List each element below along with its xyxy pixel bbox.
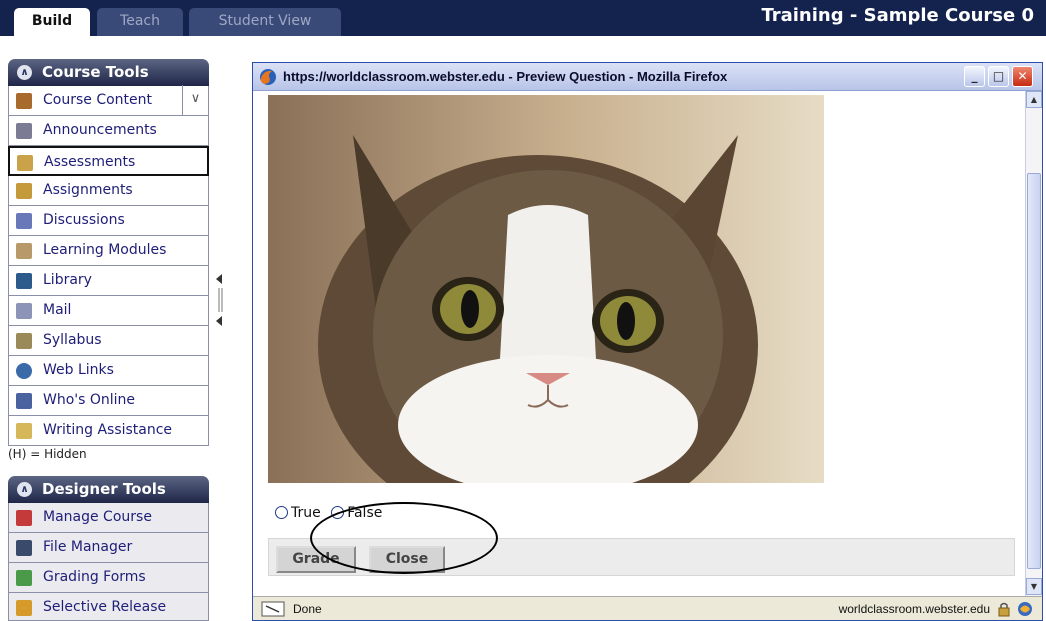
monitor-icon: [16, 393, 32, 409]
content-edge: [233, 62, 252, 621]
tab-content-strip: [0, 36, 1046, 56]
sidebar-item-assessments[interactable]: Assessments: [8, 146, 209, 176]
sidebar-item-label: Announcements: [43, 122, 157, 138]
course-tools-title: Course Tools: [42, 63, 149, 81]
sidebar-item-discussions[interactable]: Discussions: [8, 206, 209, 236]
sidebar-item-selective-release[interactable]: Selective Release: [8, 593, 209, 621]
sidebar-item-announcements[interactable]: Announcements: [8, 116, 209, 146]
envelope-icon: [16, 303, 32, 319]
house-icon: [16, 93, 32, 109]
window-title: https://worldclassroom.webster.edu - Pre…: [283, 69, 728, 84]
sidebar-item-label: Course Content: [43, 92, 153, 108]
sidebar-item-label: Writing Assistance: [43, 422, 173, 438]
answer-options: True False: [275, 505, 382, 521]
sidebar-item-mail[interactable]: Mail: [8, 296, 209, 326]
sidebar-item-file-manager[interactable]: File Manager: [8, 533, 209, 563]
grade-button[interactable]: Grade: [276, 546, 356, 573]
chevron-down-icon[interactable]: ∨: [182, 85, 208, 115]
sidebar-item-label: Learning Modules: [43, 242, 167, 258]
sidebar-item-label: Discussions: [43, 212, 125, 228]
status-url: worldclassroom.webster.edu: [838, 602, 990, 616]
toolbox-icon: [16, 510, 32, 526]
vertical-scrollbar[interactable]: ▲ ▼: [1025, 91, 1042, 596]
sidebar: ∧ Course Tools Course Content ∨ Announce…: [8, 59, 209, 621]
sidebar-item-label: Manage Course: [43, 509, 152, 525]
sidebar-item-assignments[interactable]: Assignments: [8, 176, 209, 206]
sidebar-item-label: Who's Online: [43, 392, 136, 408]
button-bar: Grade Close: [268, 538, 1015, 576]
megaphone-icon: [16, 123, 32, 139]
collapse-chevron-icon: ∧: [17, 65, 32, 80]
scroll-thumb[interactable]: [1027, 173, 1041, 569]
designer-tools-title: Designer Tools: [42, 480, 166, 498]
sidebar-item-label: Syllabus: [43, 332, 102, 348]
window-titlebar[interactable]: https://worldclassroom.webster.edu - Pre…: [253, 63, 1042, 91]
writing-icon: [16, 423, 32, 439]
status-text: Done: [293, 602, 322, 616]
grid-icon: [16, 570, 32, 586]
course-title: Training - Sample Course 0: [761, 5, 1034, 26]
sidebar-item-manage-course[interactable]: Manage Course: [8, 503, 209, 533]
sidebar-item-label: Web Links: [43, 362, 114, 378]
true-radio[interactable]: [275, 506, 288, 519]
question-image: [268, 95, 824, 483]
cat-picture: [318, 135, 758, 483]
cabinet-icon: [16, 540, 32, 556]
minimize-button[interactable]: _: [964, 66, 985, 87]
designer-tools-header[interactable]: ∧ Designer Tools: [8, 476, 209, 503]
sidebar-item-writing-assistance[interactable]: Writing Assistance: [8, 416, 209, 446]
scroll-up-icon[interactable]: ▲: [1026, 91, 1042, 108]
globe-icon: [16, 363, 32, 379]
sidebar-item-whos-online[interactable]: Who's Online: [8, 386, 209, 416]
tab-build[interactable]: Build: [14, 8, 90, 36]
sidebar-splitter[interactable]: [210, 270, 230, 330]
sidebar-item-label: Library: [43, 272, 92, 288]
syllabus-icon: [16, 333, 32, 349]
sidebar-item-label: Grading Forms: [43, 569, 146, 585]
security-badge-icon: [1018, 602, 1032, 616]
sidebar-item-label: Mail: [43, 302, 72, 318]
hidden-legend: (H) = Hidden: [8, 447, 87, 461]
close-button[interactable]: Close: [369, 546, 445, 573]
preview-question-window: https://worldclassroom.webster.edu - Pre…: [252, 62, 1043, 621]
tab-student-view[interactable]: Student View: [189, 8, 341, 36]
collapse-chevron-icon: ∧: [17, 482, 32, 497]
question-preview-content: True False Grade Close: [253, 91, 1025, 596]
pencil-icon: [16, 183, 32, 199]
sidebar-item-library[interactable]: Library: [8, 266, 209, 296]
close-window-button[interactable]: ✕: [1012, 66, 1033, 87]
sidebar-item-label: Assignments: [43, 182, 133, 198]
lock-icon: [998, 602, 1010, 617]
clipboard-icon: [17, 155, 33, 171]
status-bar: Done worldclassroom.webster.edu: [253, 596, 1042, 620]
sidebar-item-grading-forms[interactable]: Grading Forms: [8, 563, 209, 593]
top-bar: Build Teach Student View Training - Samp…: [0, 0, 1046, 36]
firefox-icon: [260, 69, 276, 85]
sidebar-item-label: Selective Release: [43, 599, 167, 615]
maximize-button[interactable]: □: [988, 66, 1009, 87]
tab-teach[interactable]: Teach: [97, 8, 183, 36]
splitter-grip-icon: [216, 274, 223, 326]
false-radio[interactable]: [331, 506, 345, 519]
sidebar-item-learning-modules[interactable]: Learning Modules: [8, 236, 209, 266]
true-label: True: [291, 505, 321, 521]
false-label: False: [347, 505, 383, 521]
release-icon: [16, 600, 32, 616]
sidebar-item-course-content[interactable]: Course Content ∨: [8, 85, 209, 116]
scroll-down-icon[interactable]: ▼: [1026, 578, 1042, 595]
books-icon: [16, 273, 32, 289]
sidebar-item-syllabus[interactable]: Syllabus: [8, 326, 209, 356]
sidebar-item-label: File Manager: [43, 539, 133, 555]
document-icon: [16, 243, 32, 259]
pushpin-icon: [16, 213, 32, 229]
course-tools-header[interactable]: ∧ Course Tools: [8, 59, 209, 86]
sidebar-item-label: Assessments: [44, 154, 136, 170]
sidebar-item-web-links[interactable]: Web Links: [8, 356, 209, 386]
status-page-icon: [261, 601, 285, 617]
